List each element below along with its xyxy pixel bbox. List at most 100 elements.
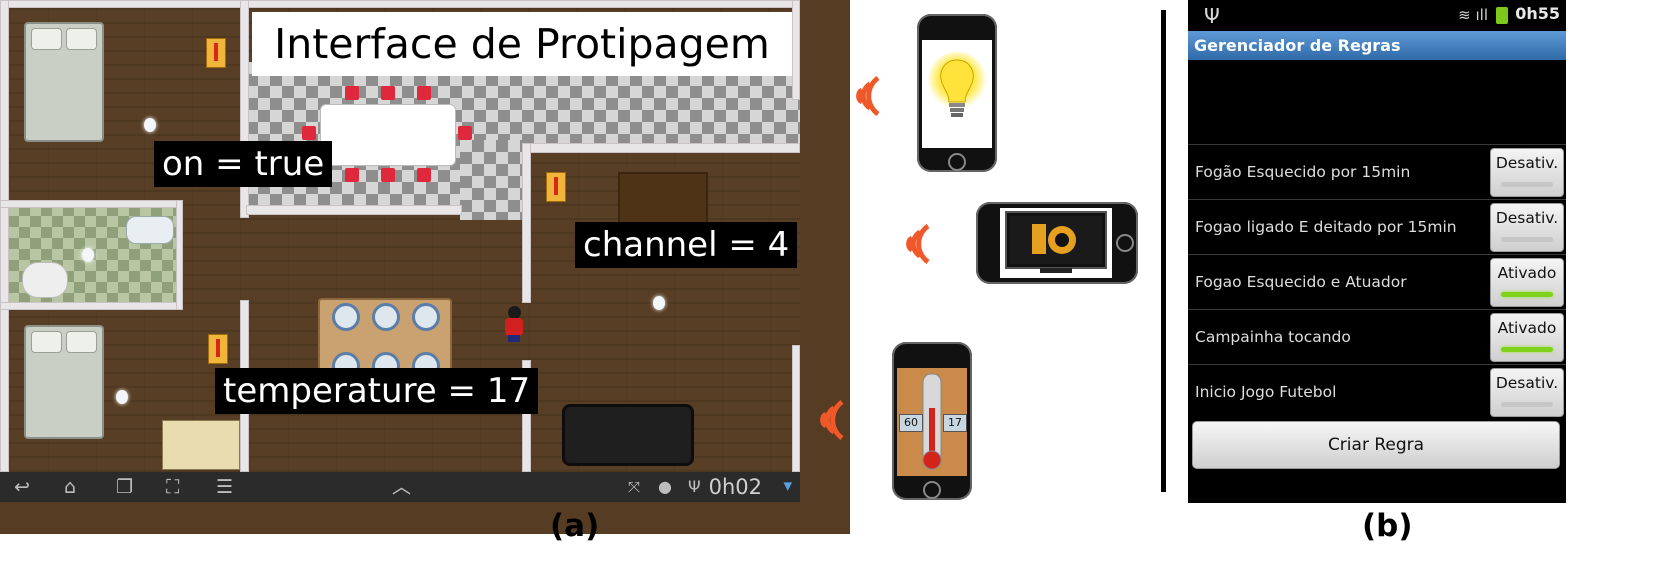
chair [345,86,359,100]
phone-thermometer: 60 17 [892,342,972,500]
toggle-indicator [1501,237,1553,242]
thermometer-left-value: 60 [899,414,923,432]
chair [345,168,359,182]
rule-toggle-button[interactable]: Desativ. [1490,203,1564,252]
divider [1161,10,1166,492]
screenshot-icon[interactable]: ⛶ [166,475,179,499]
light-state-label: on = true [154,141,333,187]
person-body [505,318,523,336]
floor-plan: Interface de Protipagem on = true channe… [0,0,850,534]
menu-icon[interactable]: ☰ [216,475,233,499]
page-title: Interface de Protipagem [252,12,792,76]
dining-floor-ext [460,140,530,220]
nav-clock: 0h02 [708,475,762,499]
rule-label: Fogão Esquecido por 15min [1195,163,1411,181]
chair [417,168,431,182]
thermometer-icon [208,334,228,364]
pillow [31,28,62,50]
thermometer-right-value: 17 [943,414,967,432]
home-button-icon [948,153,966,171]
chair [417,86,431,100]
toggle-indicator [1501,347,1553,352]
plate [332,303,360,331]
tv-icon [1005,211,1107,273]
rule-row: Fogão Esquecido por 15min Desativ. [1188,144,1566,200]
rule-row: Fogao ligado E deitado por 15min Desativ… [1188,199,1566,255]
plate [372,303,400,331]
person-avatar[interactable] [503,306,525,342]
wall [0,200,180,208]
plate [412,303,440,331]
pillow [66,331,97,353]
tv-stand [618,172,708,228]
rule-toggle-button[interactable]: Ativado [1490,313,1564,362]
rule-row: Campainha tocando Ativado [1188,309,1566,365]
toilet [22,262,68,298]
wall [0,0,800,8]
dining-table [320,104,456,166]
light-bulb-icon [116,390,128,404]
wireless-signal-icon [848,68,888,128]
toggle-indicator [1501,292,1553,297]
back-icon[interactable]: ↩ [14,475,30,499]
rule-toggle-button[interactable]: Desativ. [1490,368,1564,417]
battery-icon: ▾ [783,476,792,496]
light-bulb-icon [82,248,94,262]
person-legs [508,335,520,342]
sink [126,216,174,244]
wall [246,205,462,215]
rules-manager-screen: Ψ ≋ ıll 0h55 Gerenciador de Regras Fogão… [1188,0,1566,503]
tv-channel-label: channel = 4 [575,222,798,268]
rule-label: Fogao Esquecido e Atuador [1195,273,1407,291]
sofa [562,404,694,466]
wall [0,302,180,310]
wall [522,143,800,153]
thermometer-icon [206,38,226,68]
desk [162,420,240,470]
pillow [66,28,97,50]
chair [381,168,395,182]
rule-row: Fogao Esquecido e Atuador Ativado [1188,254,1566,310]
light-bulb-icon [144,118,156,132]
status-clock: 0h55 [1515,4,1560,23]
chair [302,126,316,140]
recent-apps-icon[interactable]: ❐ [116,475,133,499]
thermometer-icon [546,172,566,202]
toggle-indicator [1501,182,1553,187]
chair [381,86,395,100]
phone-light [917,14,997,172]
wall [176,200,183,310]
rule-toggle-button[interactable]: Ativado [1490,258,1564,307]
phone-screen: 60 17 [897,368,967,476]
home-icon[interactable]: ⌂ [64,475,76,499]
android-nav-bar: ↩ ⌂ ❐ ⛶ ☰ ︿ ⤧ ● Ψ 0h02 ▾ [0,472,800,502]
wireless-signal-icon [812,392,852,452]
bed [24,22,104,142]
light-bulb-icon [927,52,987,117]
usb-icon: Ψ [1204,4,1220,28]
bed [24,325,104,439]
usb-icon: Ψ [688,477,701,496]
light-bulb-icon [653,296,665,310]
rule-toggle-label: Ativado [1497,319,1557,337]
create-rule-button[interactable]: Criar Regra [1192,421,1560,469]
toggle-indicator [1501,402,1553,407]
battery-icon [1496,7,1508,24]
wall [792,0,800,100]
temperature-label: temperature = 17 [215,368,539,414]
rule-toggle-label: Desativ. [1495,154,1559,172]
up-chevron-icon[interactable]: ︿ [392,475,411,499]
caption-b: (b) [1362,508,1413,544]
wall [0,0,9,472]
android-icon: ● [658,477,672,496]
rule-toggle-button[interactable]: Desativ. [1490,148,1564,197]
rule-label: Fogao ligado E deitado por 15min [1195,218,1457,236]
phone-tv [976,202,1138,284]
wall [792,345,800,472]
chair [458,126,472,140]
signal-icon: ≋ ıll [1458,6,1488,24]
rule-toggle-label: Desativ. [1495,209,1559,227]
phone-screen [922,40,992,148]
home-button-icon [923,481,941,499]
rule-toggle-label: Ativado [1497,264,1557,282]
